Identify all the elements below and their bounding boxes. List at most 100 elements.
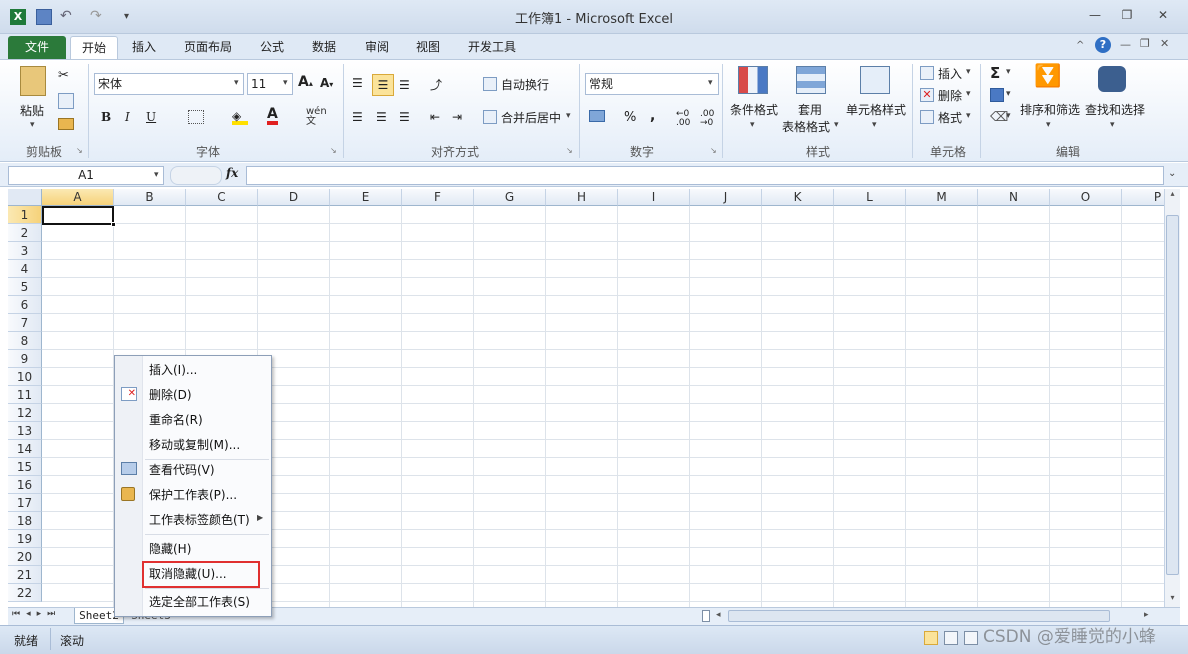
sort-filter-dropdown-icon[interactable]: ▾	[1046, 120, 1051, 130]
autosum-dropdown-icon[interactable]: ▾	[1006, 67, 1011, 77]
row-header[interactable]: 14	[8, 440, 42, 458]
format-cells-button[interactable]: 格式	[938, 109, 962, 126]
fill-icon[interactable]	[990, 88, 1004, 102]
conditional-format-button[interactable]: 条件格式	[730, 101, 778, 118]
hscroll-left-icon[interactable]: ◂	[716, 610, 726, 622]
paste-icon[interactable]	[20, 66, 46, 96]
column-header[interactable]: F	[402, 189, 474, 206]
ribbon-restore-icon[interactable]: ❐	[1140, 37, 1150, 50]
tab-view[interactable]: 视图	[408, 36, 448, 60]
cut-icon[interactable]: ✂	[58, 68, 69, 83]
close-button[interactable]: ✕	[1150, 8, 1176, 26]
active-cell[interactable]	[42, 206, 114, 225]
tab-split-handle[interactable]	[702, 610, 710, 622]
column-header[interactable]: A	[42, 189, 114, 206]
paste-dropdown-icon[interactable]: ▾	[30, 120, 35, 130]
column-header[interactable]: P	[1122, 189, 1164, 206]
row-header[interactable]: 3	[8, 242, 42, 260]
align-bottom-icon[interactable]: ☰	[399, 78, 410, 92]
row-header[interactable]: 9	[8, 350, 42, 368]
column-header[interactable]: G	[474, 189, 546, 206]
align-left-icon[interactable]: ☰	[352, 110, 363, 124]
menu-item-insert[interactable]: 插入(I)...	[115, 358, 271, 383]
align-middle-icon[interactable]: ☰	[372, 74, 394, 96]
grow-font-icon[interactable]: A▴	[298, 74, 313, 90]
ribbon-close-icon[interactable]: ✕	[1160, 37, 1169, 50]
row-header[interactable]: 6	[8, 296, 42, 314]
column-header[interactable]: B	[114, 189, 186, 206]
comma-style-icon[interactable]: ,	[650, 108, 655, 124]
borders-icon[interactable]	[188, 110, 204, 124]
restore-button[interactable]: ❐	[1114, 8, 1140, 26]
insert-function-icon[interactable]: fx	[226, 166, 238, 180]
scroll-down-icon[interactable]: ▾	[1165, 593, 1180, 603]
name-box-dropdown-icon[interactable]: ▾	[154, 170, 159, 180]
ribbon-minimize-icon[interactable]: —	[1120, 38, 1131, 51]
merge-dropdown-icon[interactable]: ▾	[566, 111, 571, 121]
column-header[interactable]: E	[330, 189, 402, 206]
font-size-dropdown-icon[interactable]: ▾	[283, 78, 288, 88]
format-dropdown-icon[interactable]: ▾	[966, 111, 971, 121]
formula-input[interactable]	[246, 166, 1164, 185]
conditional-format-dropdown-icon[interactable]: ▾	[750, 120, 755, 130]
row-header[interactable]: 21	[8, 566, 42, 584]
scroll-up-icon[interactable]: ▴	[1165, 189, 1180, 199]
number-format-select[interactable]: 常规	[585, 73, 719, 95]
tab-home[interactable]: 开始	[70, 36, 118, 60]
menu-item-hide[interactable]: 隐藏(H)	[115, 537, 271, 562]
name-box[interactable]: A1	[8, 166, 164, 185]
accounting-format-icon[interactable]	[589, 110, 605, 122]
column-header[interactable]: H	[546, 189, 618, 206]
align-right-icon[interactable]: ☰	[399, 110, 410, 124]
row-header[interactable]: 20	[8, 548, 42, 566]
underline-icon[interactable]: U	[146, 110, 156, 124]
row-header[interactable]: 11	[8, 386, 42, 404]
alignment-launcher-icon[interactable]: ↘	[566, 146, 573, 155]
row-header[interactable]: 16	[8, 476, 42, 494]
column-header[interactable]: N	[978, 189, 1050, 206]
page-break-view-icon[interactable]	[964, 631, 978, 645]
italic-icon[interactable]: I	[125, 110, 130, 124]
format-as-table-label-1[interactable]: 套用	[798, 101, 822, 118]
format-as-table-dropdown-icon[interactable]: ▾	[834, 120, 839, 130]
format-painter-icon[interactable]	[58, 118, 74, 130]
find-select-button[interactable]: 查找和选择	[1085, 101, 1145, 118]
hscroll-right-icon[interactable]: ▸	[1144, 610, 1154, 622]
minimize-button[interactable]: —	[1082, 8, 1108, 26]
menu-item-tab-color[interactable]: 工作表标签颜色(T)	[115, 508, 271, 533]
tab-file[interactable]: 文件	[8, 36, 66, 60]
expand-formula-bar-icon[interactable]: ⌄	[1168, 168, 1176, 179]
vertical-scroll-thumb[interactable]	[1166, 215, 1179, 575]
paste-button[interactable]: 粘贴	[20, 102, 44, 119]
menu-item-view-code[interactable]: 查看代码(V)	[115, 458, 271, 483]
percent-icon[interactable]: %	[624, 110, 636, 125]
format-as-table-button[interactable]: 表格格式	[782, 118, 830, 135]
cell-styles-button[interactable]: 单元格样式	[846, 101, 906, 118]
insert-cells-button[interactable]: 插入	[938, 65, 962, 82]
wrap-text-button[interactable]: 自动换行	[501, 76, 549, 93]
tab-review[interactable]: 审阅	[357, 36, 397, 60]
decrease-decimal-icon[interactable]: .00 →0	[700, 110, 714, 128]
row-header[interactable]: 4	[8, 260, 42, 278]
increase-indent-icon[interactable]: ⇥	[452, 110, 462, 124]
select-all-corner[interactable]	[8, 189, 42, 206]
decrease-indent-icon[interactable]: ⇤	[430, 110, 440, 124]
row-header[interactable]: 12	[8, 404, 42, 422]
row-header[interactable]: 13	[8, 422, 42, 440]
formula-divider-handle[interactable]	[170, 166, 222, 185]
font-launcher-icon[interactable]: ↘	[330, 146, 337, 155]
number-launcher-icon[interactable]: ↘	[710, 146, 717, 155]
delete-dropdown-icon[interactable]: ▾	[966, 89, 971, 99]
autosum-icon[interactable]: Σ	[990, 64, 1000, 82]
shrink-font-icon[interactable]: A▾	[320, 76, 333, 90]
font-color-icon[interactable]: A	[267, 107, 278, 125]
tab-page-layout[interactable]: 页面布局	[176, 36, 240, 60]
column-header[interactable]: C	[186, 189, 258, 206]
align-center-icon[interactable]: ☰	[376, 110, 387, 124]
bold-icon[interactable]: B	[101, 110, 111, 124]
column-header[interactable]: M	[906, 189, 978, 206]
tab-data[interactable]: 数据	[304, 36, 344, 60]
row-header[interactable]: 2	[8, 224, 42, 242]
horizontal-scroll-thumb[interactable]	[728, 610, 1110, 622]
menu-item-rename[interactable]: 重命名(R)	[115, 408, 271, 433]
